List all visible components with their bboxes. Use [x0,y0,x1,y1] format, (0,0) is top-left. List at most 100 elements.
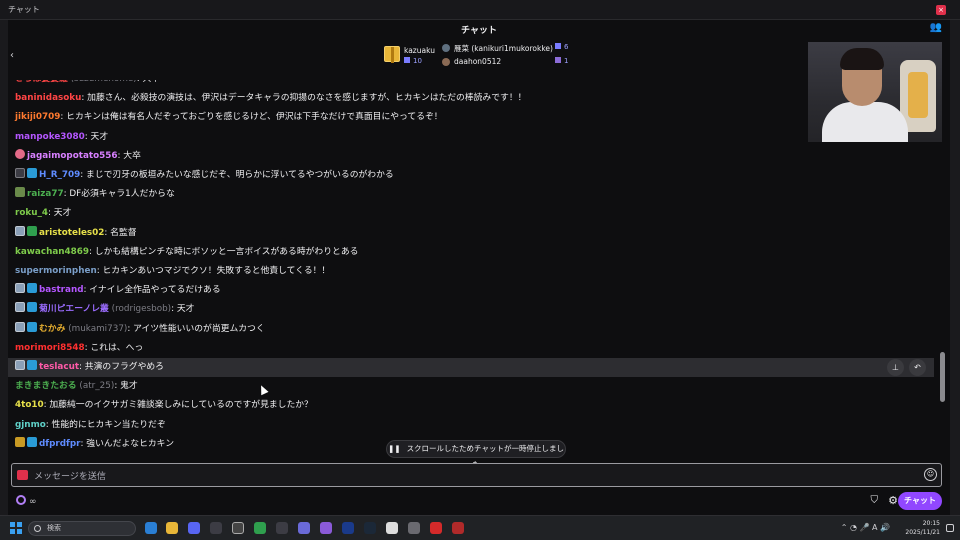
badge-icon[interactable] [15,321,25,332]
chat-username[interactable]: raiza77 [27,189,64,199]
edge-icon[interactable] [145,522,157,534]
chat-username[interactable]: 菊川ピエーノレ叢 [39,304,109,314]
chat-message[interactable]: jagaimopotato556: 大卒 [8,147,934,166]
leaderboard-third-name[interactable]: daahon0512 [454,57,501,66]
app-icon[interactable] [430,522,442,534]
pin-icon[interactable]: ⊥ [887,359,904,376]
chat-message[interactable]: むかみ (mukami737): アイツ性能いいのが尚更ムカつく [8,320,934,339]
emote-picker-button[interactable]: ☺ [924,468,937,481]
app-icon[interactable] [298,522,310,534]
chat-message[interactable]: さらば婆婆羅 (suzumenome): 大卒 [8,80,934,89]
scrollbar-thumb[interactable] [940,352,945,402]
chat-message[interactable]: jikiji0709: ヒカキンは俺は有名人だぞっておごりを感じるけど、伊沢は下… [8,108,934,127]
chat-message[interactable]: 4to10: 加藤純一のイクサガミ雑談楽しみにしているのですが見ましたか？ [8,396,934,415]
chat-message[interactable]: teslacut: 共演のフラグやめろ ⊥ ↶ [8,358,934,377]
badge-icon[interactable] [27,436,37,447]
chat-username[interactable]: 4to10 [15,400,44,410]
chat-paused-notice[interactable]: ❚❚スクロールしたためチャットが一時停止しました [386,440,566,469]
app-icon[interactable] [408,522,420,534]
notification-icon[interactable] [946,524,954,532]
chat-message[interactable]: manpoke3080: 天才 [8,128,934,147]
badge-icon[interactable] [15,187,25,198]
badge-icon[interactable] [15,168,25,178]
chat-message[interactable]: aristoteles02: 名監督 [8,224,934,243]
app-icon[interactable] [452,522,464,534]
badge-icon[interactable] [15,360,25,370]
chat-message[interactable]: roku_4: 天才 [8,204,934,223]
folder-icon[interactable] [166,522,178,534]
chat-message-text: : DF必須キャラ1人だからな [63,189,175,200]
chat-message[interactable]: raiza77: DF必須キャラ1人だからな [8,185,934,204]
leaderboard-prev-button[interactable]: ‹ [10,50,14,61]
leaderboard-second-name[interactable]: 雁菜 (kanikuri1mukorokke) [454,43,553,54]
steam-icon[interactable] [364,522,376,534]
chat-username[interactable]: baninidasoku [15,93,81,103]
chat-username[interactable]: kawachan4869 [15,247,89,257]
chat-username[interactable]: morimori8548 [15,343,85,353]
video-icon [17,470,28,480]
chat-scrollbar[interactable] [938,80,946,464]
obs-icon[interactable] [232,522,244,534]
community-icon[interactable]: 👥 [930,22,942,33]
chat-username[interactable]: supermorinphen [15,266,97,276]
chat-username[interactable]: さらば婆婆羅 [15,80,68,84]
chat-username[interactable]: teslacut [39,362,79,372]
chat-username[interactable]: gjnmo [15,420,46,430]
badge-icon[interactable] [15,302,25,313]
windows-taskbar: 検索 ⌃ ◔ 🎤 A 🔊 20:15 2025/11/21 [0,515,960,540]
app-icon[interactable] [210,522,222,534]
chat-username[interactable]: まきまきたおる [15,381,77,391]
badge-icon[interactable] [27,302,37,313]
chat-username[interactable]: dfprdfpr [39,439,81,449]
x-icon[interactable] [276,522,288,534]
app-icon[interactable] [342,522,354,534]
taskbar-clock[interactable]: 20:15 2025/11/21 [905,519,940,537]
badge-icon[interactable] [15,283,25,294]
badge-icon[interactable] [15,225,25,236]
chat-message[interactable]: morimori8548: これは、へっ [8,339,934,358]
reply-icon[interactable]: ↶ [909,359,926,376]
chat-message[interactable]: baninidasoku: 加藤さん、必殺技の演技は、伊沢はデータキャラの抑揚の… [8,89,934,108]
chat-message[interactable]: H_R_709: まじで刃牙の板垣みたいな感じだぞ、明らかに浮いてるやつがいるの… [8,166,934,185]
chat-message[interactable]: gjnmo: 性能的にヒカキン当たりだぞ [8,416,934,435]
chat-message-list[interactable]: さらば婆婆羅 (suzumenome): 大卒baninidasoku: 加藤さ… [8,80,934,464]
chat-username[interactable]: jagaimopotato556 [27,151,118,161]
chat-username[interactable]: aristoteles02 [39,228,104,238]
badge-icon[interactable] [27,283,37,294]
chat-username[interactable]: bastrand [39,285,84,295]
chat-message-text: : 天才 [48,208,72,219]
chat-message[interactable]: supermorinphen: ヒカキンあいつマジでクソ！失敗すると他責してくる… [8,262,934,281]
app-icon[interactable] [320,522,332,534]
badge-icon[interactable] [27,321,37,332]
windows-start-icon[interactable] [10,522,22,534]
chat-username[interactable]: jikiji0709 [15,112,60,122]
minecraft-icon[interactable] [254,522,266,534]
chat-message[interactable]: まきまきたおる (atr_25): 鬼才 [8,377,934,396]
window-title-bar: チャット × [0,0,960,20]
chat-message[interactable]: kawachan4869: しかも結構ピンチな時にボソッと一言ボイスがある時がわ… [8,243,934,262]
taskbar-search[interactable]: 検索 [28,521,136,536]
chat-username[interactable]: H_R_709 [39,170,80,180]
chat-input[interactable]: メッセージを送信 ☺ [11,463,942,487]
badge-icon[interactable] [15,148,25,159]
window-close-button[interactable]: × [936,5,946,15]
send-chat-button[interactable]: チャット [898,492,942,510]
badge-icon[interactable] [27,360,37,370]
chat-username[interactable]: manpoke3080 [15,132,85,142]
channel-points[interactable]: ∞ [16,495,37,507]
chat-message-text: : 共演のフラグやめろ [79,362,164,372]
system-tray[interactable]: ⌃ ◔ 🎤 A 🔊 [841,523,890,532]
badge-icon[interactable] [27,225,37,236]
gift-small-icon [555,57,561,63]
badge-icon[interactable] [27,168,37,178]
chat-message[interactable]: 菊川ピエーノレ叢 (rodrigesbob): 天才 [8,300,934,319]
discord-icon[interactable] [188,522,200,534]
gear-icon[interactable]: ⚙ [888,494,898,507]
app-icon[interactable] [386,522,398,534]
chat-title: チャット [461,26,497,36]
chat-message[interactable]: bastrand: イナイレ全作品やってるだけある [8,281,934,300]
chat-username[interactable]: むかみ [39,324,65,334]
shield-icon[interactable]: ⛉ [871,495,879,506]
badge-icon[interactable] [15,436,25,447]
chat-username[interactable]: roku_4 [15,208,48,218]
